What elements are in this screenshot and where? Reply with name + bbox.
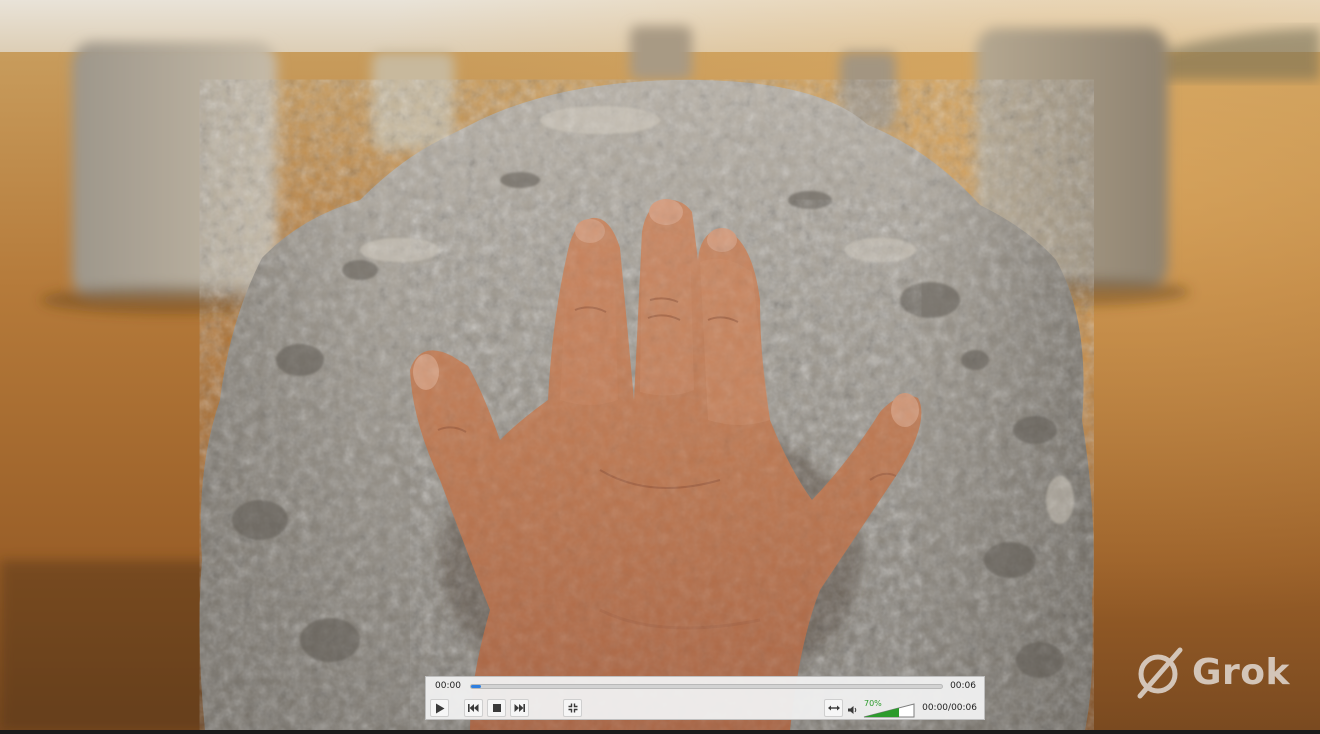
stop-icon: [492, 704, 501, 712]
play-icon: [435, 703, 444, 713]
stretch-button[interactable]: [824, 699, 843, 717]
elapsed-total-time: 00:00/00:06: [922, 703, 977, 713]
video-frame[interactable]: [0, 0, 1320, 730]
speaker-icon[interactable]: [848, 705, 858, 715]
bottom-border: [0, 730, 1320, 734]
play-button[interactable]: [430, 699, 449, 717]
video-player-window: Grok 00:00 00:06 70% 00:00/00:06: [0, 0, 1320, 734]
button-row: 70% 00:00/00:06: [426, 698, 984, 720]
grok-watermark: Grok: [1134, 644, 1290, 700]
previous-button[interactable]: [464, 699, 483, 717]
stop-button[interactable]: [487, 699, 506, 717]
seek-bar[interactable]: [470, 684, 943, 689]
current-time: 00:00: [435, 681, 461, 691]
watermark-text: Grok: [1192, 651, 1290, 693]
fullscreen-icon: [568, 703, 577, 713]
grok-logo-icon: [1137, 647, 1183, 699]
volume-control[interactable]: 70%: [847, 699, 915, 718]
next-icon: [514, 704, 525, 712]
seek-progress: [471, 685, 481, 688]
end-time: 00:06: [950, 681, 976, 691]
fullscreen-button[interactable]: [563, 699, 582, 717]
volume-level: [864, 707, 899, 717]
seek-row: 00:00 00:06: [426, 677, 984, 697]
next-button[interactable]: [510, 699, 529, 717]
stretch-icon: [827, 705, 840, 711]
volume-slider[interactable]: [863, 703, 915, 718]
previous-icon: [468, 704, 479, 712]
media-controls: 00:00 00:06 70% 00:00/00:06: [425, 676, 985, 720]
